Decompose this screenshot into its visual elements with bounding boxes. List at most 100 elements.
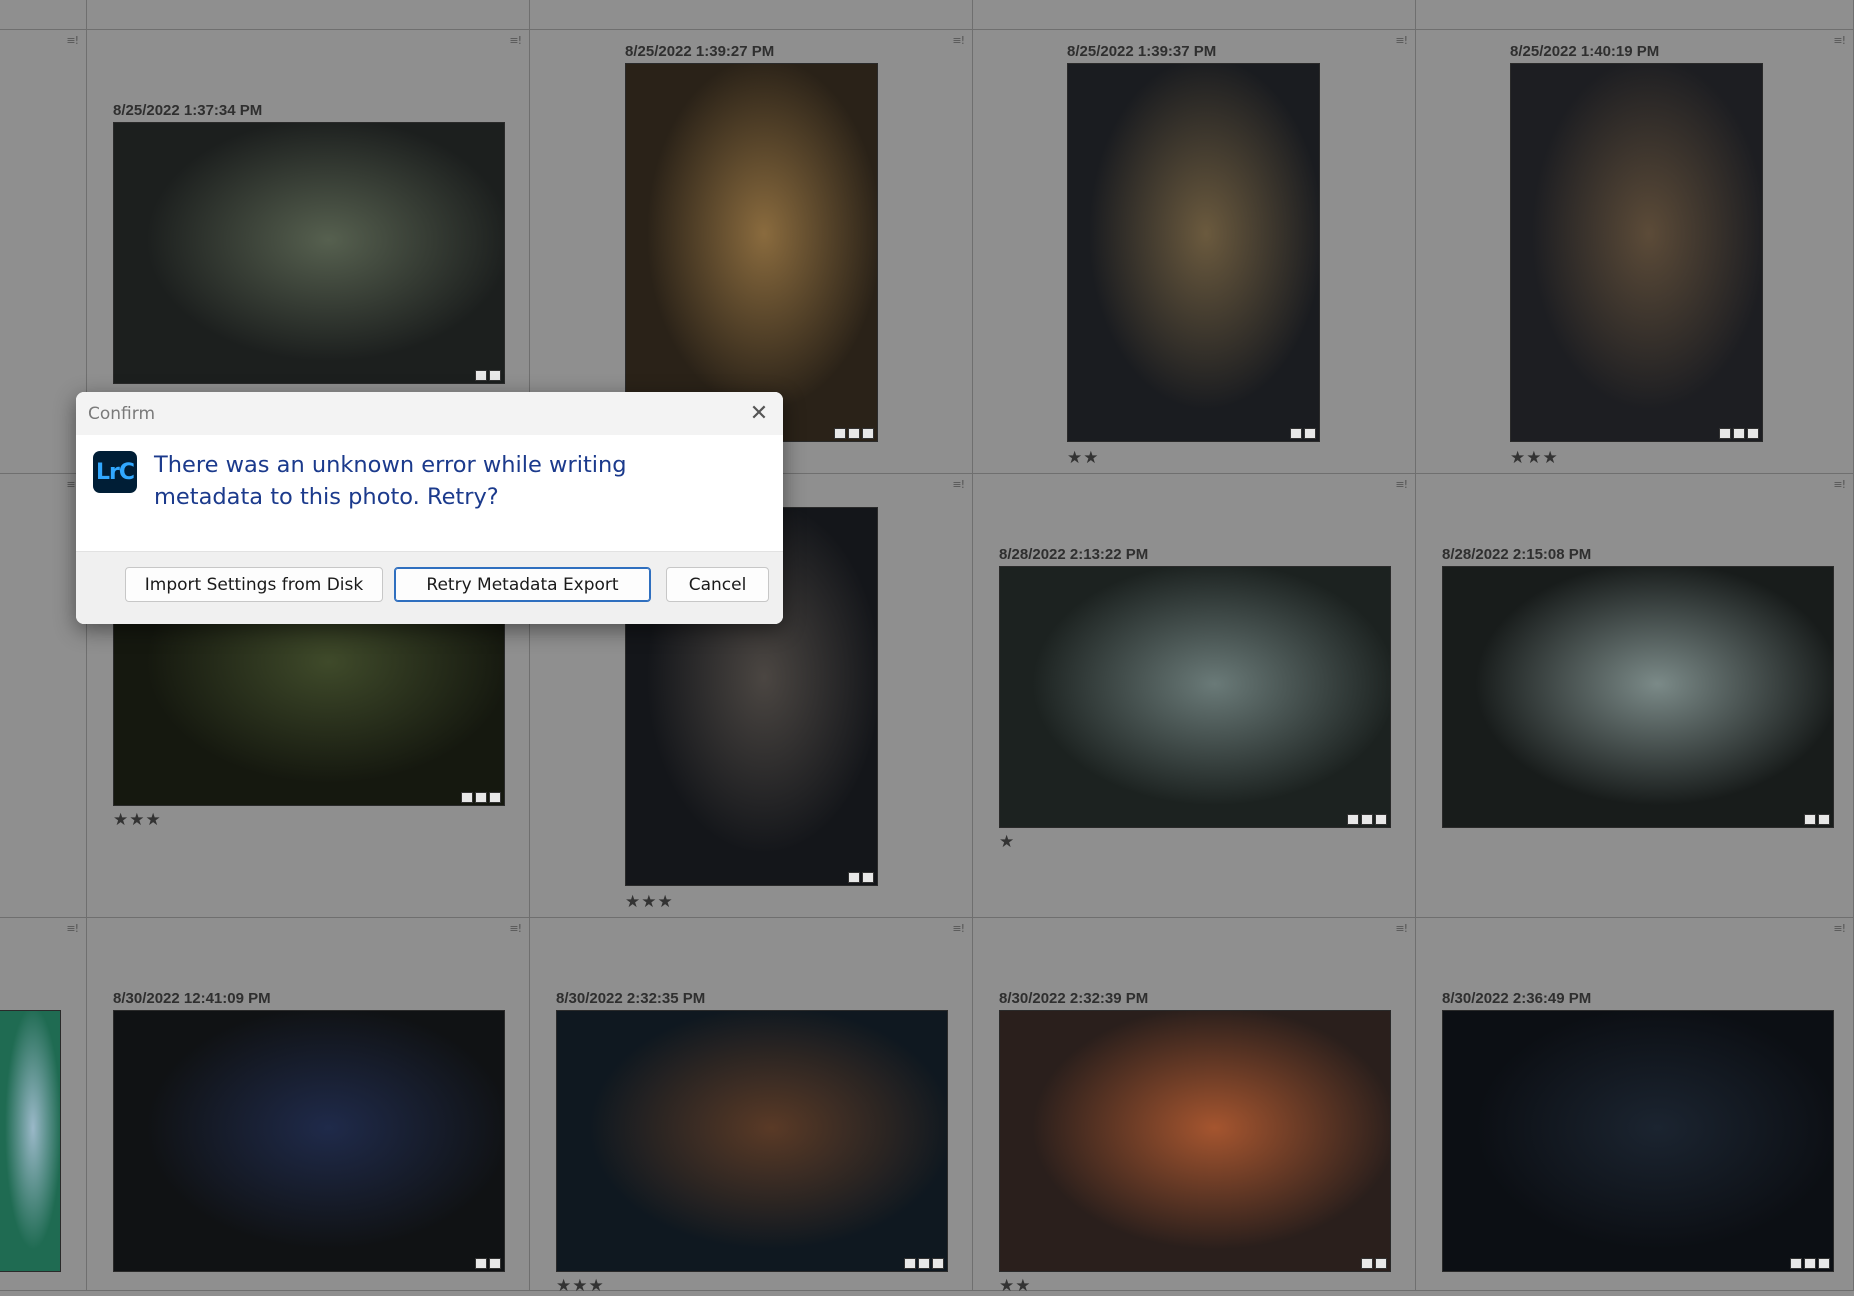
comment-icon[interactable] <box>1804 1258 1816 1269</box>
grid-cell[interactable] <box>0 0 87 30</box>
comment-icon[interactable] <box>489 370 501 381</box>
edit-icon[interactable] <box>489 792 501 803</box>
dialog-titlebar: Confirm ✕ <box>76 392 783 435</box>
comment-icon[interactable] <box>489 1258 501 1269</box>
star-rating[interactable]: ★★ <box>1067 448 1099 468</box>
metadata-status-icon[interactable]: ≡! <box>1833 34 1846 47</box>
comment-icon[interactable] <box>1733 428 1745 439</box>
comment-icon[interactable] <box>475 792 487 803</box>
capture-date: 8/28/2022 2:15:08 PM <box>1442 546 1592 563</box>
tag-icon[interactable] <box>475 370 487 381</box>
photo-thumbnail[interactable] <box>556 1010 948 1272</box>
comment-icon[interactable] <box>1361 814 1373 825</box>
star-rating[interactable]: ★★★ <box>113 810 162 830</box>
thumbnail-badges <box>475 370 501 381</box>
metadata-status-icon[interactable]: ≡! <box>66 922 79 935</box>
metadata-status-icon[interactable]: ≡! <box>1833 478 1846 491</box>
thumbnail-badges <box>834 428 874 439</box>
thumbnail-badges <box>461 792 501 803</box>
capture-date: 8/28/2022 2:13:22 PM <box>999 546 1149 563</box>
star-rating[interactable]: ★ <box>999 832 1015 852</box>
edit-icon[interactable] <box>1818 1258 1830 1269</box>
comment-icon[interactable] <box>1375 1258 1387 1269</box>
tag-icon[interactable] <box>848 872 860 883</box>
metadata-status-icon[interactable]: ≡! <box>509 34 522 47</box>
grid-cell[interactable]: ≡! <box>0 474 87 918</box>
capture-date: 8/30/2022 12:41:09 PM <box>113 990 271 1007</box>
metadata-status-icon[interactable]: ≡! <box>1395 922 1408 935</box>
edit-icon[interactable] <box>862 428 874 439</box>
capture-date: 8/25/2022 1:40:19 PM <box>1510 43 1660 60</box>
tag-icon[interactable] <box>1719 428 1731 439</box>
photo-thumbnail[interactable] <box>1510 63 1763 442</box>
grid-cell[interactable] <box>87 0 530 30</box>
tag-icon[interactable] <box>904 1258 916 1269</box>
comment-icon[interactable] <box>848 428 860 439</box>
thumbnail-badges <box>1347 814 1387 825</box>
import-settings-button[interactable]: Import Settings from Disk <box>125 567 383 602</box>
tag-icon[interactable] <box>461 792 473 803</box>
star-rating[interactable]: ★★ <box>999 1276 1031 1296</box>
photo-thumbnail[interactable] <box>1442 1010 1834 1272</box>
grid-cell[interactable] <box>973 0 1416 30</box>
comment-icon[interactable] <box>1818 814 1830 825</box>
grid-cell[interactable]: ≡! <box>0 30 87 474</box>
app-icon-label: LrC <box>95 459 135 485</box>
star-rating[interactable]: ★★★ <box>625 892 674 912</box>
thumbnail-badges <box>1804 814 1830 825</box>
photo-thumbnail[interactable] <box>999 566 1391 828</box>
tag-icon[interactable] <box>1804 814 1816 825</box>
photo-thumbnail[interactable] <box>1442 566 1834 828</box>
thumbnail-badges <box>475 1258 501 1269</box>
capture-date: 8/25/2022 1:37:34 PM <box>113 102 263 119</box>
thumbnail-badges <box>1361 1258 1387 1269</box>
dialog-footer: Import Settings from Disk Retry Metadata… <box>76 551 783 624</box>
metadata-status-icon[interactable]: ≡! <box>1395 34 1408 47</box>
lightroom-classic-icon: LrC <box>93 451 137 493</box>
edit-icon[interactable] <box>1747 428 1759 439</box>
star-rating[interactable]: ★★★ <box>1510 448 1559 468</box>
metadata-status-icon[interactable]: ≡! <box>1833 922 1846 935</box>
metadata-status-icon[interactable]: ≡! <box>952 922 965 935</box>
tag-icon[interactable] <box>1790 1258 1802 1269</box>
photo-thumbnail[interactable] <box>0 1010 61 1272</box>
capture-date: 8/30/2022 2:32:39 PM <box>999 990 1149 1007</box>
photo-thumbnail[interactable] <box>113 122 505 384</box>
retry-metadata-export-button[interactable]: Retry Metadata Export <box>394 567 651 602</box>
capture-date: 8/25/2022 1:39:37 PM <box>1067 43 1217 60</box>
confirm-dialog: Confirm ✕ LrC There was an unknown error… <box>76 392 783 624</box>
comment-icon[interactable] <box>918 1258 930 1269</box>
dialog-title: Confirm <box>88 404 156 424</box>
capture-date: 8/30/2022 2:36:49 PM <box>1442 990 1592 1007</box>
comment-icon[interactable] <box>862 872 874 883</box>
metadata-status-icon[interactable]: ≡! <box>509 922 522 935</box>
comment-icon[interactable] <box>1304 428 1316 439</box>
photo-thumbnail[interactable] <box>1067 63 1320 442</box>
edit-icon[interactable] <box>932 1258 944 1269</box>
grid-cell[interactable] <box>1416 0 1854 30</box>
tag-icon[interactable] <box>834 428 846 439</box>
photo-grid: ≡!≡!≡!≡!≡!≡!≡!≡!≡!≡!≡!≡!≡!≡!≡!8/25/2022 … <box>0 0 1854 1296</box>
tag-icon[interactable] <box>1290 428 1302 439</box>
tag-icon[interactable] <box>475 1258 487 1269</box>
capture-date: 8/30/2022 2:32:35 PM <box>556 990 706 1007</box>
photo-thumbnail[interactable] <box>113 1010 505 1272</box>
metadata-status-icon[interactable]: ≡! <box>66 34 79 47</box>
photo-thumbnail[interactable] <box>999 1010 1391 1272</box>
tag-icon[interactable] <box>1361 1258 1373 1269</box>
metadata-status-icon[interactable]: ≡! <box>952 478 965 491</box>
metadata-status-icon[interactable]: ≡! <box>1395 478 1408 491</box>
star-rating[interactable]: ★★★ <box>556 1276 605 1296</box>
capture-date: 8/25/2022 1:39:27 PM <box>625 43 775 60</box>
photo-thumbnail[interactable] <box>625 63 878 442</box>
tag-icon[interactable] <box>1347 814 1359 825</box>
thumbnail-badges <box>1790 1258 1830 1269</box>
close-icon[interactable]: ✕ <box>745 400 773 428</box>
dialog-body: LrC There was an unknown error while wri… <box>76 435 783 551</box>
edit-icon[interactable] <box>1375 814 1387 825</box>
dialog-message: There was an unknown error while writing… <box>154 452 627 510</box>
metadata-status-icon[interactable]: ≡! <box>952 34 965 47</box>
cancel-button[interactable]: Cancel <box>666 567 769 602</box>
grid-cell[interactable] <box>530 0 973 30</box>
thumbnail-badges <box>848 872 874 883</box>
